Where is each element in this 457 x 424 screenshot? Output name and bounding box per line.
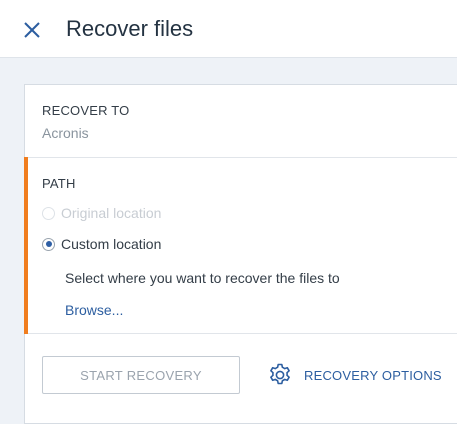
path-accent-bar <box>24 157 28 334</box>
recovery-options-button[interactable]: RECOVERY OPTIONS <box>267 361 442 389</box>
radio-label: Custom location <box>61 236 162 252</box>
recovery-card: RECOVER TO Acronis PATH Original locatio… <box>24 84 457 424</box>
recover-to-label: RECOVER TO <box>42 103 130 118</box>
recover-to-value: Acronis <box>42 125 89 141</box>
start-recovery-button[interactable]: START RECOVERY <box>42 356 240 394</box>
browse-link[interactable]: Browse... <box>65 302 123 318</box>
close-icon <box>24 22 40 38</box>
radio-custom-location[interactable]: Custom location <box>42 234 161 254</box>
recovery-options-label: RECOVERY OPTIONS <box>304 367 442 383</box>
recover-to-section[interactable]: RECOVER TO Acronis <box>25 85 457 158</box>
close-button[interactable] <box>16 14 48 46</box>
path-section: PATH Original location Custom location S… <box>24 157 457 334</box>
path-label: PATH <box>42 176 76 191</box>
radio-original-location[interactable]: Original location <box>42 203 161 223</box>
path-instruction: Select where you want to recover the fil… <box>65 270 340 286</box>
header-bar: Recover files <box>0 0 457 58</box>
gear-icon <box>270 363 290 385</box>
radio-button[interactable] <box>42 206 55 220</box>
radio-button[interactable] <box>42 237 55 251</box>
radio-label: Original location <box>61 205 162 221</box>
page-title: Recover files <box>66 16 194 41</box>
